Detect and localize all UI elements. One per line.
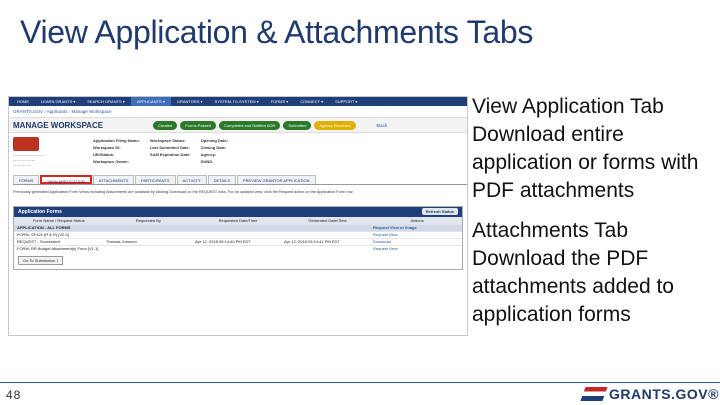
back-link[interactable]: ‹Back [376, 123, 388, 128]
col-requested-by: Requested By [135, 217, 161, 223]
tab-attachments[interactable]: ATTACHMENTS [92, 175, 135, 184]
nav-s2s[interactable]: SYSTEM-TO-SYSTEM ▾ [209, 99, 265, 104]
workspace-screenshot: HOME LEARN GRANTS ▾ SEARCH GRANTS ▾ APPL… [8, 96, 468, 336]
tab-activity[interactable]: ACTIVITY [176, 175, 207, 184]
col-generated-date: Generated Date/Time [308, 217, 347, 223]
step-agency-received: Agency Received [314, 120, 356, 130]
nav-search[interactable]: SEARCH GRANTS ▾ [81, 99, 131, 104]
workspace-title: MANAGE WORKSPACE [13, 120, 104, 130]
request-view-link[interactable]: Request View [373, 232, 462, 237]
request-view-link[interactable]: Request View or Image [373, 225, 462, 230]
nav-grantors[interactable]: GRANTORS ▾ [171, 99, 209, 104]
workspace-tabs: FORMS VIEW APPLICATION ATTACHMENTS PARTI… [13, 175, 467, 185]
nav-forms[interactable]: FORMS ▾ [265, 99, 295, 104]
callout-body: Download the PDF attachments added to ap… [472, 247, 674, 326]
application-forms-grid: Application Forms Refresh Status Form Na… [13, 205, 463, 270]
nav-learn[interactable]: LEARN GRANTS ▾ [35, 99, 81, 104]
grid-header: Application Forms Refresh Status [14, 206, 462, 217]
callout-body: Download entire application or forms wit… [472, 123, 699, 202]
callouts: View Application Tab Download entire app… [472, 93, 718, 341]
callout-view-application: View Application Tab Download entire app… [472, 93, 718, 205]
breadcrumb[interactable]: GRANTS.GOV › Applicants › Manage Workspa… [9, 106, 467, 117]
tab-preview-grantor[interactable]: PREVIEW GRANTOR APPLICATION [236, 175, 316, 184]
nav-home[interactable]: HOME [11, 99, 35, 104]
callout-heading: Attachments Tab [472, 219, 629, 242]
details-right: Workspace Status: Last Submitted Date: S… [149, 138, 191, 157]
flag-icon [580, 387, 608, 401]
go-to-submission-button[interactable]: Go To Submission ⟩ [18, 255, 64, 265]
table-row: APPLICATION - ALL FORMS Request View or … [14, 223, 462, 231]
callout-heading: View Application Tab [472, 95, 664, 118]
tab-participants[interactable]: PARTICIPANTS [135, 175, 176, 184]
tab-forms[interactable]: FORMS [13, 175, 40, 184]
grants-gov-logo: GRANTS.GOV® [580, 386, 719, 402]
step-completed: Completed and Notified AOR [219, 120, 281, 130]
page-number: 48 [6, 388, 22, 402]
workspace-bar: MANAGE WORKSPACE Created Forms Passed Co… [9, 117, 467, 133]
opportunity-icon [13, 137, 39, 151]
grid-column-headers: Form Name / Request Status Requested By … [14, 216, 462, 224]
step-forms-passed: Forms Passed [180, 120, 217, 130]
nav-applicants[interactable]: APPLICANTS ▾ [130, 97, 171, 106]
step-created: Created [153, 120, 178, 130]
workspace-details: — — — — — — — — — — — — — — — — Applicatio… [9, 133, 467, 175]
download-link[interactable]: Download [373, 239, 462, 244]
status-steps: Created Forms Passed Completed and Notif… [153, 120, 356, 130]
table-row: REQUEST - Succeeded Thomas Johnson Apr 1… [14, 237, 462, 245]
refresh-status-button[interactable]: Refresh Status [421, 208, 458, 215]
callout-attachments: Attachments Tab Download the PDF attachm… [472, 217, 718, 329]
grid-title: Application Forms [18, 208, 62, 215]
table-row: FORM: RR Budget Attachment(s) Form [V1.1… [14, 244, 462, 252]
slide-title: View Application & Attachments Tabs [20, 14, 534, 50]
tab-details[interactable]: DETAILS [207, 175, 236, 184]
info-text: Previously generated Application Form Vi… [13, 190, 354, 194]
col-requested-date: Requested Date/Time [218, 217, 258, 223]
details-left: Application Filing Name: Workspace ID: U… [93, 138, 140, 164]
opportunity-logo: — — — — — — — — — — — — — — — — [13, 137, 93, 171]
nav-connect[interactable]: CONNECT ▾ [294, 99, 329, 104]
tab-view-application[interactable]: VIEW APPLICATION [40, 175, 92, 184]
brand-name: GRANTS.GOV® [609, 386, 719, 402]
table-row: FORM: SF424 (R & R) [V2.0] Request View [14, 230, 462, 238]
request-view-link[interactable]: Request View [373, 246, 462, 251]
top-navigation: HOME LEARN GRANTS ▾ SEARCH GRANTS ▾ APPL… [9, 97, 467, 106]
footer-divider [0, 382, 720, 383]
opportunity-placeholder-lines: — — — — — — — — — — — — — — — — [13, 153, 45, 167]
col-actions: Actions [410, 217, 424, 223]
step-submitted: Submitted [283, 120, 312, 130]
col-form-name: Form Name / Request Status [32, 217, 85, 223]
nav-support[interactable]: SUPPORT ▾ [329, 99, 363, 104]
details-dates: Opening Date: Closing Date: Agency: DUNS… [200, 138, 228, 164]
